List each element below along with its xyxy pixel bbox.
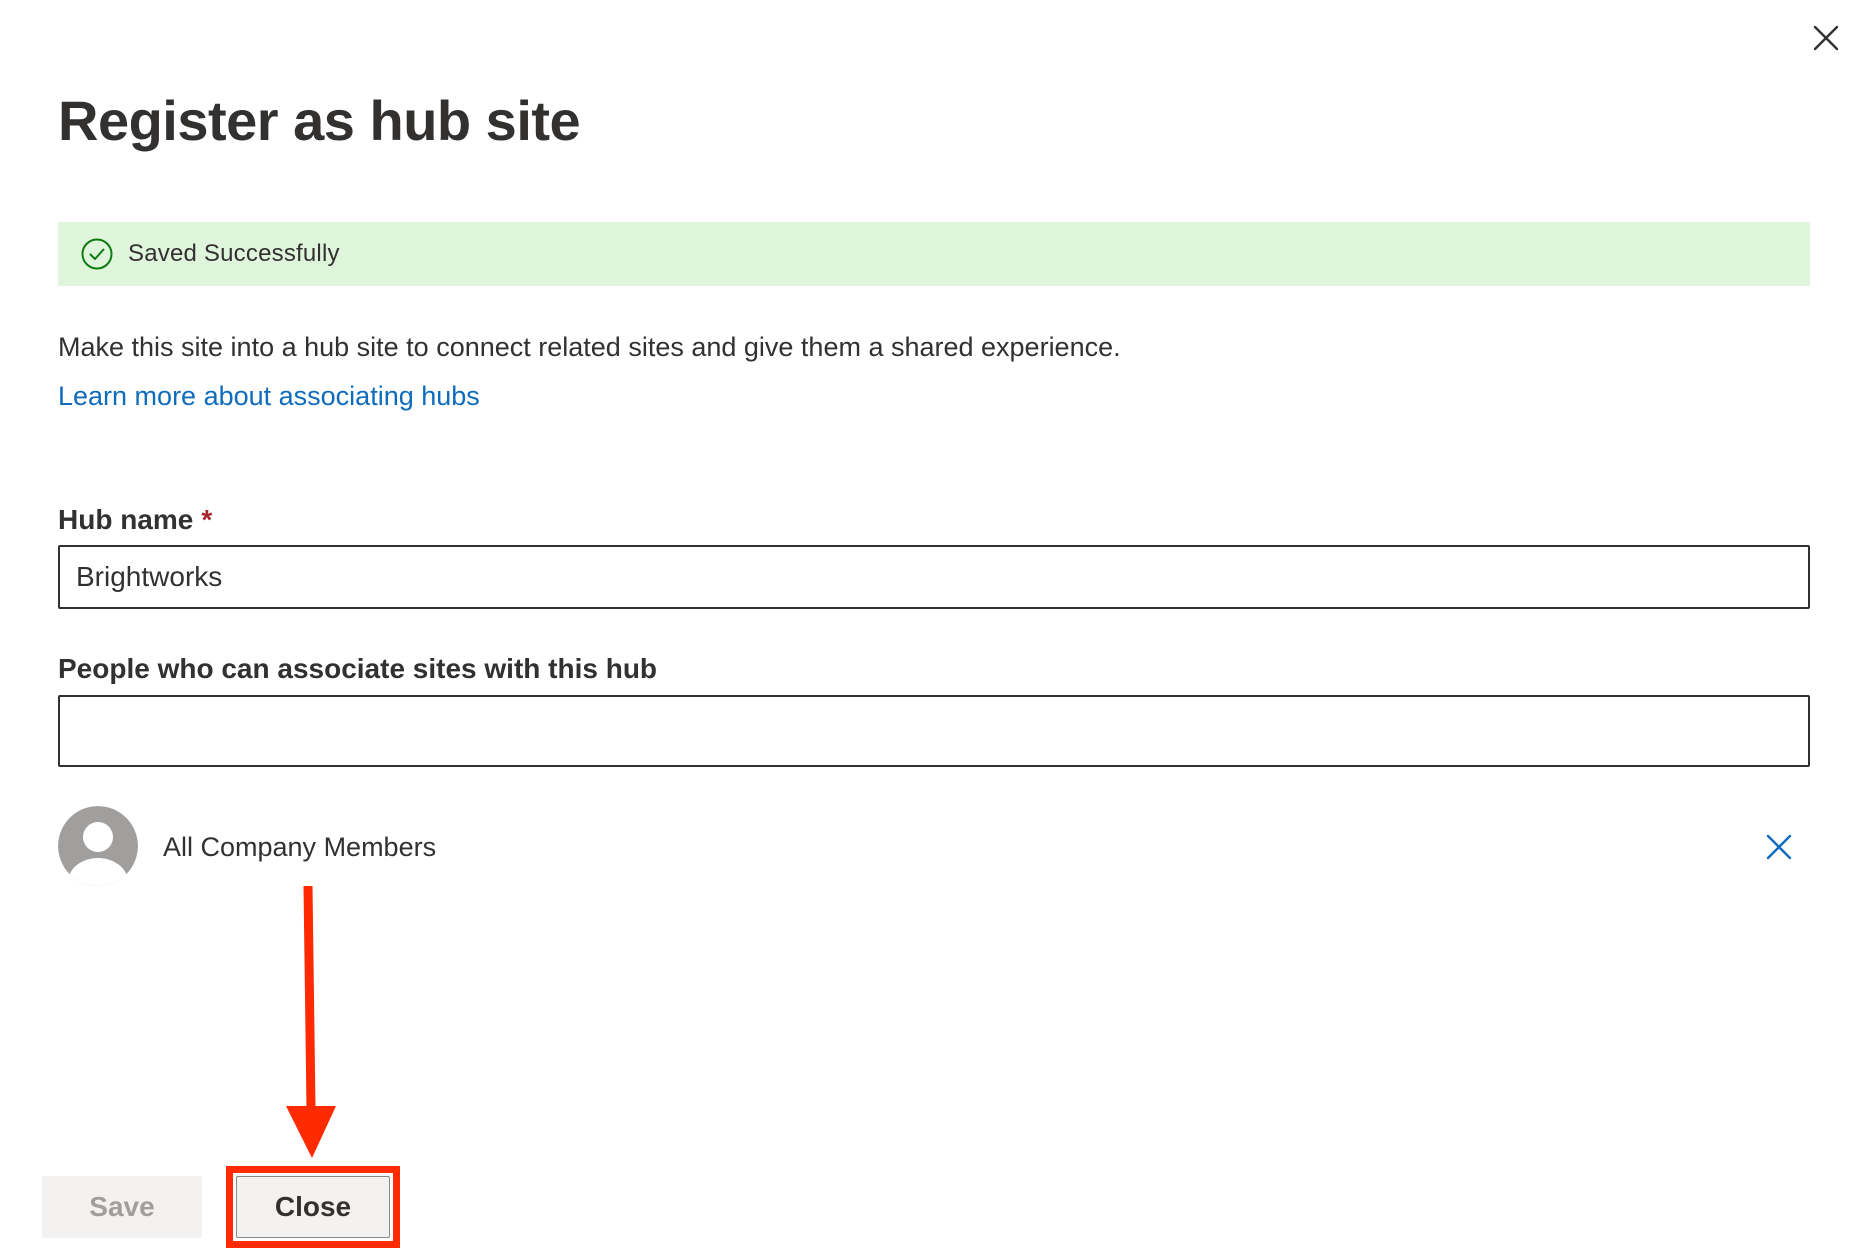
page-title: Register as hub site [58, 89, 581, 152]
people-picker-input[interactable] [58, 695, 1810, 767]
hub-name-label: Hub name * [58, 504, 212, 536]
hub-name-label-text: Hub name [58, 504, 194, 535]
selected-person-name: All Company Members [163, 832, 437, 862]
avatar [58, 806, 138, 886]
success-message-text: Saved Successfully [128, 240, 340, 267]
annotation-arrow-icon [286, 885, 336, 1158]
selected-person-row: All Company Members [58, 806, 1810, 888]
dismiss-panel-button[interactable] [1810, 22, 1842, 54]
close-icon [1813, 25, 1839, 51]
close-button[interactable]: Close [236, 1176, 390, 1238]
person-icon [58, 806, 138, 886]
people-field-label: People who can associate sites with this… [58, 653, 658, 684]
panel-description: Make this site into a hub site to connec… [58, 332, 1121, 362]
remove-icon [1766, 834, 1792, 860]
save-button[interactable]: Save [42, 1176, 202, 1238]
remove-person-button[interactable] [1764, 832, 1794, 862]
learn-more-link[interactable]: Learn more about associating hubs [58, 381, 480, 412]
checkmark-circle-icon [80, 237, 114, 271]
required-marker: * [201, 504, 213, 535]
hub-name-input[interactable] [58, 545, 1810, 609]
success-message-bar: Saved Successfully [58, 222, 1810, 286]
